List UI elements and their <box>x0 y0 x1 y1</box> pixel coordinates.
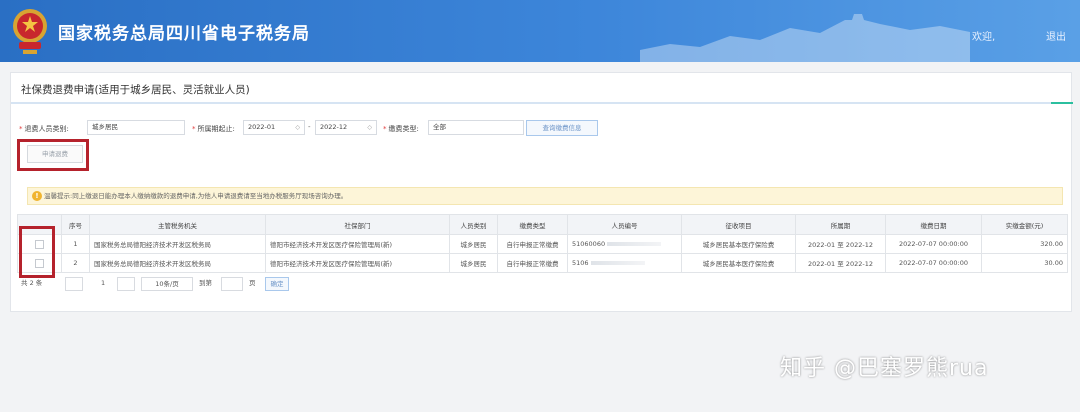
item-cell: 城乡居民基本医疗保险费 <box>681 234 796 254</box>
period-separator: - <box>308 123 311 131</box>
chevron-down-icon: ◇ <box>367 124 372 131</box>
column-header: 实缴金额(元) <box>981 214 1068 235</box>
column-header: 缴费类型 <box>497 214 568 235</box>
refund-type-label: * 退费人员类别: <box>19 125 69 133</box>
goto-page-input[interactable] <box>221 277 243 291</box>
column-header: 人员类别 <box>449 214 498 235</box>
refund-type-select[interactable]: 城乡居民 <box>87 120 185 135</box>
page-size-select[interactable]: 10条/页 <box>141 277 193 291</box>
column-header: 社保部门 <box>265 214 450 235</box>
page-title: 社保费退费申请(适用于城乡居民、灵活就业人员) <box>21 84 250 96</box>
person-no-cell: 5106 <box>567 253 682 273</box>
query-fee-info-button[interactable]: 查询缴费信息 <box>526 120 598 136</box>
info-icon: ! <box>32 191 42 201</box>
period-end-picker[interactable]: 2022-12 ◇ <box>315 120 377 135</box>
current-page[interactable]: 1 <box>101 277 105 291</box>
table-row: 2 国家税务总局德阳经济技术开发区税务局 德阳市经济技术开发区医疗保险管理局(新… <box>17 253 1068 273</box>
column-header: 所属期 <box>795 214 886 235</box>
column-header: 序号 <box>61 214 90 235</box>
highlight-box-apply <box>17 139 89 171</box>
welcome-text: 欢迎, <box>972 32 996 43</box>
watermark: 知乎 @巴塞罗熊rua <box>780 356 989 381</box>
next-page-button[interactable] <box>117 277 135 291</box>
fee-type-cell: 自行申报正常缴费 <box>497 234 568 254</box>
great-wall-decoration <box>640 14 970 62</box>
page-unit-label: 页 <box>249 279 256 287</box>
table-row: 1 国家税务总局德阳经济技术开发区税务局 德阳市经济技术开发区医疗保险管理局(新… <box>17 234 1068 254</box>
main-panel: 社保费退费申请(适用于城乡居民、灵活就业人员) * 退费人员类别: 城乡居民 * 所… <box>10 72 1073 312</box>
title-divider-accent <box>1051 102 1073 104</box>
pay-date-cell: 2022-07-07 00:00:00 <box>885 253 982 273</box>
person-type-cell: 城乡居民 <box>449 234 498 254</box>
goto-confirm-button[interactable]: 确定 <box>265 277 289 291</box>
row-index: 2 <box>61 253 90 273</box>
social-dept-cell: 德阳市经济技术开发区医疗保险管理局(新) <box>265 253 450 273</box>
goto-label: 到第 <box>199 279 212 287</box>
pay-date-cell: 2022-07-07 00:00:00 <box>885 234 982 254</box>
fee-type-label: * 缴费类型: <box>383 125 419 133</box>
period-cell: 2022-01 至 2022-12 <box>795 234 886 254</box>
person-type-cell: 城乡居民 <box>449 253 498 273</box>
row-index: 1 <box>61 234 90 254</box>
tax-office-cell: 国家税务总局德阳经济技术开发区税务局 <box>89 253 266 273</box>
redaction-mask <box>590 261 645 265</box>
amount-cell: 30.00 <box>981 253 1068 273</box>
fee-type-select[interactable]: 全部 <box>428 120 524 135</box>
total-count: 共 2 条 <box>21 279 43 287</box>
chevron-down-icon: ◇ <box>295 124 300 131</box>
notice-banner: ! 温馨提示:同上缴退日能办理本人缴纳缴款的退费申请,为他人申请退费请至当地办税… <box>27 187 1063 205</box>
site-title: 国家税务总局四川省电子税务局 <box>58 24 310 44</box>
highlight-box-checkboxes <box>19 226 55 278</box>
payment-table: 序号 主管税务机关 社保部门 人员类别 缴费类型 人员编号 征收项目 所属期 缴… <box>17 214 1068 273</box>
social-dept-cell: 德阳市经济技术开发区医疗保险管理局(新) <box>265 234 450 254</box>
redaction-mask <box>607 242 662 246</box>
site-header: 国家税务总局四川省电子税务局 欢迎, 退出 <box>0 0 1080 62</box>
item-cell: 城乡居民基本医疗保险费 <box>681 253 796 273</box>
period-start-picker[interactable]: 2022-01 ◇ <box>243 120 305 135</box>
title-divider <box>11 102 1073 104</box>
column-header: 缴费日期 <box>885 214 982 235</box>
amount-cell: 320.00 <box>981 234 1068 254</box>
column-header: 征收项目 <box>681 214 796 235</box>
table-header-row: 序号 主管税务机关 社保部门 人员类别 缴费类型 人员编号 征收项目 所属期 缴… <box>17 214 1068 235</box>
period-label: * 所属期起止: <box>192 125 235 133</box>
logout-link[interactable]: 退出 <box>1046 28 1066 43</box>
prev-page-button[interactable] <box>65 277 83 291</box>
period-cell: 2022-01 至 2022-12 <box>795 253 886 273</box>
national-emblem-icon <box>13 9 47 54</box>
fee-type-cell: 自行申报正常缴费 <box>497 253 568 273</box>
column-header: 人员编号 <box>567 214 682 235</box>
tax-office-cell: 国家税务总局德阳经济技术开发区税务局 <box>89 234 266 254</box>
person-no-cell: 51060060 <box>567 234 682 254</box>
column-header: 主管税务机关 <box>89 214 266 235</box>
notice-text: 温馨提示:同上缴退日能办理本人缴纳缴款的退费申请,为他人申请退费请至当地办税服务… <box>44 192 348 200</box>
